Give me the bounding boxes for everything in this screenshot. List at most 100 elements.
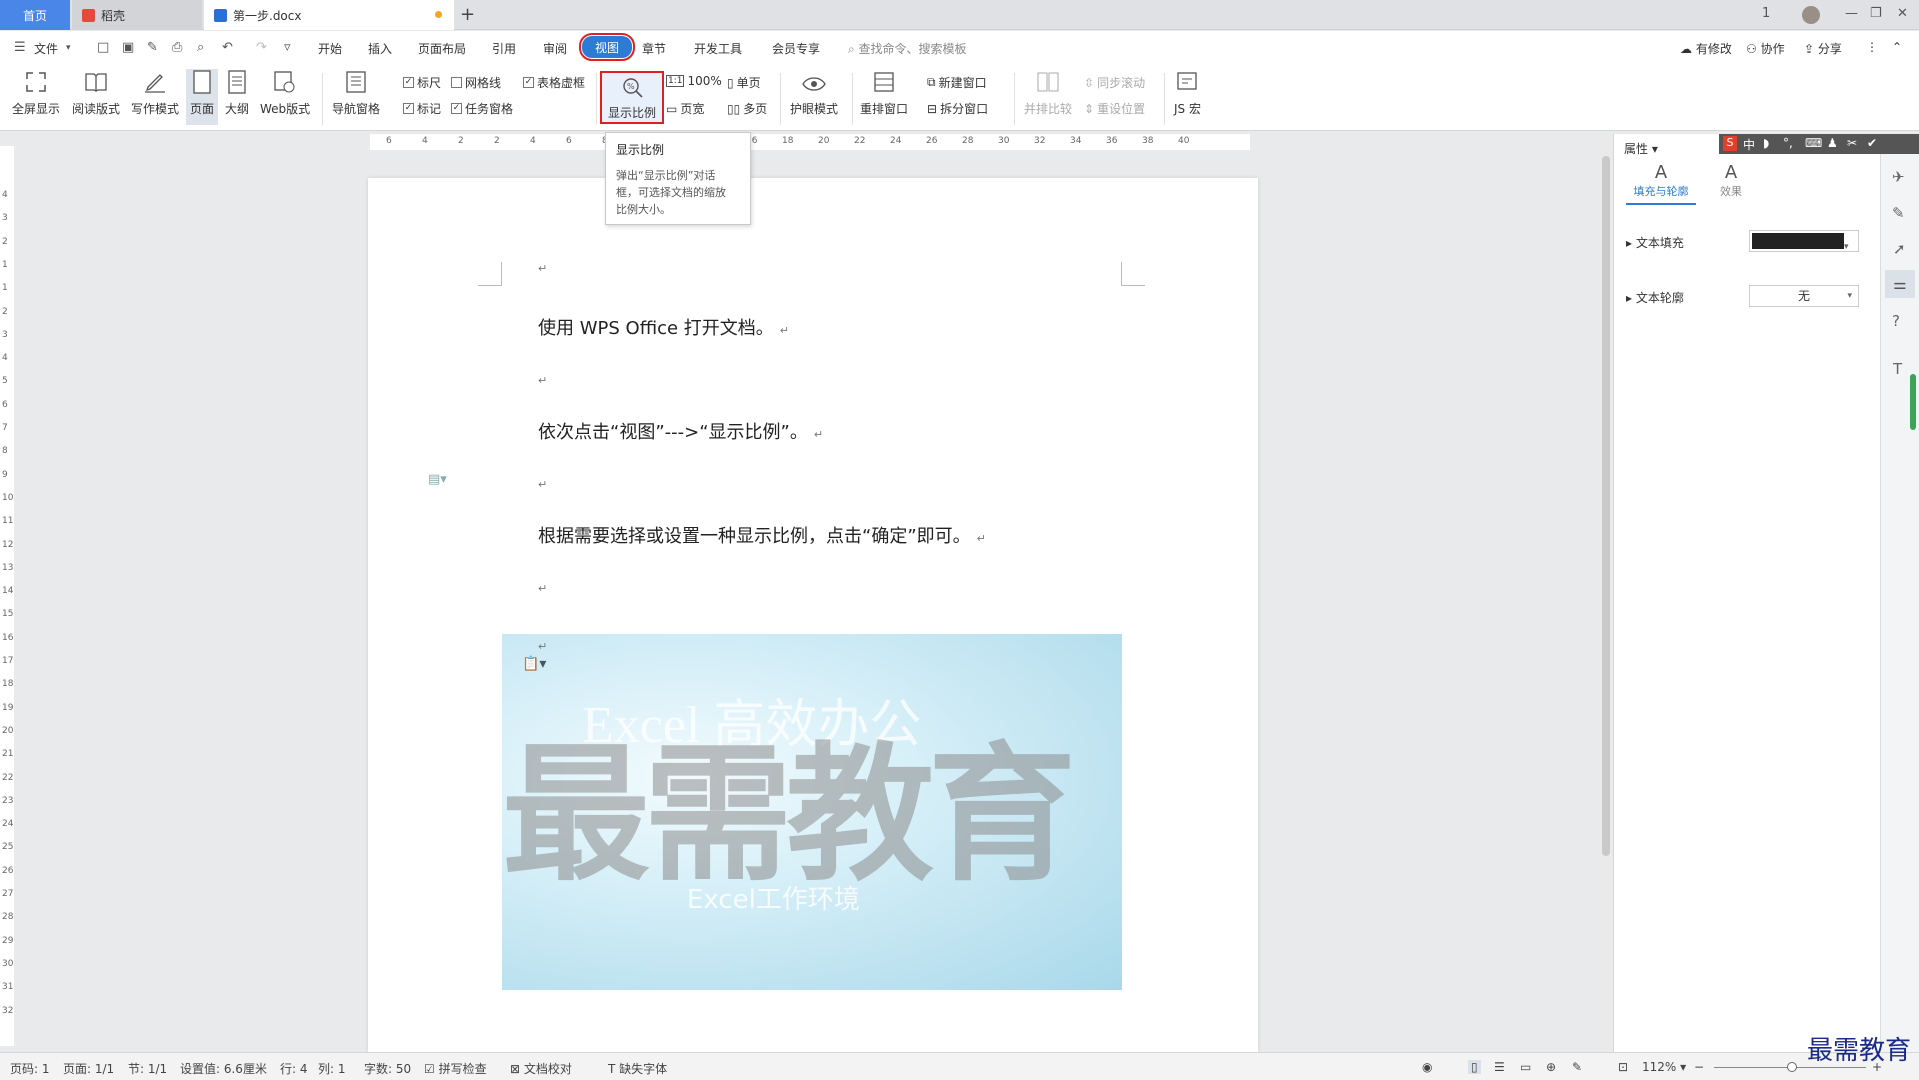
side-by-side-button[interactable]: 并排比较 (1024, 69, 1072, 117)
chevron-down-icon[interactable]: ▾ (66, 43, 71, 53)
mark-checkbox[interactable]: ✓ 标记 (403, 100, 441, 117)
status-col[interactable]: 列: 1 (318, 1060, 346, 1077)
ruler-checkbox[interactable]: ✓ 标尺 (403, 74, 441, 91)
outline-button[interactable]: 大纲 (224, 69, 250, 117)
menu-insert[interactable]: 插入 (368, 40, 392, 57)
help-icon[interactable]: ? (1892, 312, 1900, 330)
text-fill-color-picker[interactable]: ▾ (1749, 230, 1859, 252)
zoom-slider-knob[interactable] (1787, 1062, 1798, 1072)
status-pages[interactable]: 页面: 1/1 (63, 1060, 114, 1077)
zoom-out-button[interactable]: − (1694, 1060, 1704, 1074)
new-tab-button[interactable]: + (460, 4, 475, 25)
menu-file[interactable]: 文件 (34, 40, 58, 57)
menu-developer[interactable]: 开发工具 (694, 40, 742, 57)
paragraph-layout-icon[interactable]: ▤▾ (428, 472, 447, 487)
arrange-windows-button[interactable]: 重排窗口 (860, 69, 908, 117)
task-pane-checkbox[interactable]: ✓ 任务窗格 (451, 100, 513, 117)
menu-member[interactable]: 会员专享 (772, 40, 820, 57)
text-icon[interactable]: T (1893, 360, 1902, 378)
customize-icon[interactable]: ▿ (284, 40, 291, 55)
pen-icon[interactable]: ✎ (1892, 204, 1905, 222)
grid-checkbox[interactable]: 网格线 (451, 74, 501, 91)
tab-fill-outline[interactable]: A 填充与轮廓 (1626, 162, 1696, 205)
zoom-dropdown[interactable]: 112% ▾ (1642, 1060, 1686, 1074)
close-button[interactable]: ✕ (1897, 6, 1908, 21)
fit-page-icon[interactable]: ⊡ (1618, 1060, 1628, 1074)
ime-chinese-mode[interactable]: 中 (1743, 136, 1755, 153)
nav-pane-button[interactable]: 导航窗格 (332, 69, 380, 117)
status-words[interactable]: 字数: 50 (364, 1060, 411, 1077)
text-outline-row[interactable]: ▸ 文本轮廓 (1626, 289, 1684, 306)
status-row[interactable]: 行: 4 (280, 1060, 308, 1077)
text-fill-row[interactable]: ▸ 文本填充 (1626, 234, 1684, 251)
paragraph[interactable]: 依次点击“视图”--->“显示比例”。 ↵ (538, 418, 823, 444)
menu-start[interactable]: 开始 (318, 40, 342, 57)
scrollbar-thumb[interactable] (1602, 156, 1610, 856)
share-button[interactable]: ⇪ 分享 (1804, 40, 1842, 57)
sync-scroll-button[interactable]: ⇳ 同步滚动 (1084, 74, 1145, 91)
zoom-button[interactable]: % 显示比例 (600, 71, 664, 124)
user-icon[interactable]: ♟ (1827, 136, 1838, 150)
split-window-button[interactable]: ⊟ 拆分窗口 (927, 100, 988, 117)
macro-button[interactable]: JS 宏 (1174, 69, 1201, 117)
window-layout-icon[interactable]: 1 (1762, 6, 1770, 21)
web-layout-button[interactable]: Web版式 (260, 69, 310, 117)
hamburger-icon[interactable]: ☰ (14, 40, 26, 55)
print-icon[interactable]: ⎙ (172, 40, 182, 55)
paragraph[interactable]: 使用 WPS Office 打开文档。 ↵ (538, 314, 789, 340)
more-icon[interactable]: ⋮ (1866, 40, 1878, 54)
eye-care-button[interactable]: 护眼模式 (790, 69, 838, 117)
document-image[interactable]: 📋▾ Excel 高效办公 最需教育 Excel工作环境 (502, 634, 1122, 990)
tab-daoke[interactable]: 稻壳 (72, 0, 202, 30)
reset-position-button[interactable]: ⇕ 重设位置 (1084, 100, 1145, 117)
punctuation-icon[interactable]: °, (1783, 136, 1793, 150)
menu-reference[interactable]: 引用 (492, 40, 516, 57)
check-icon[interactable]: ✔ (1867, 136, 1877, 150)
page-view-icon[interactable]: ▯ (1468, 1060, 1481, 1074)
collapse-ribbon-icon[interactable]: ⌃ (1892, 40, 1902, 54)
properties-title[interactable]: 属性 ▾ (1624, 140, 1658, 157)
properties-toggle-icon[interactable]: ⚌ (1885, 270, 1915, 298)
maximize-button[interactable]: ❐ (1870, 6, 1882, 21)
paste-options-icon[interactable]: 📋▾ (522, 656, 546, 672)
missing-font-button[interactable]: T 缺失字体 (608, 1060, 667, 1077)
hundred-percent-button[interactable]: 1:1 100% (666, 74, 722, 88)
undo-icon[interactable]: ↶ (222, 40, 233, 55)
menu-view[interactable]: 视图 (579, 33, 635, 61)
search-input[interactable]: ⌕ 查找命令、搜索模板 (848, 40, 967, 57)
vertical-scrollbar[interactable] (1601, 134, 1611, 1052)
tab-document[interactable]: 第一步.docx (204, 0, 454, 30)
cursor-icon[interactable]: ➚ (1893, 240, 1906, 258)
format-painter-icon[interactable]: ✎ (147, 40, 158, 55)
moon-icon[interactable]: ◗ (1763, 136, 1769, 150)
collab-button[interactable]: ⚇ 协作 (1746, 40, 1785, 57)
modified-button[interactable]: ☁ 有修改 (1680, 40, 1732, 57)
side-scroll-indicator[interactable] (1910, 374, 1916, 430)
fullscreen-button[interactable]: 全屏显示 (12, 69, 60, 117)
proofread-button[interactable]: ⊠ 文档校对 (510, 1060, 572, 1077)
new-file-icon[interactable]: □ (97, 40, 109, 55)
outline-view-icon[interactable]: ☰ (1494, 1060, 1505, 1074)
single-page-button[interactable]: ▯ 单页 (727, 74, 761, 91)
tab-home[interactable]: 首页 (0, 0, 70, 30)
table-frame-checkbox[interactable]: ✓ 表格虚框 (523, 74, 585, 91)
minimize-button[interactable]: — (1845, 6, 1858, 21)
multi-page-button[interactable]: ▯▯ 多页 (727, 100, 767, 117)
text-outline-select[interactable]: 无 ▾ (1749, 285, 1859, 307)
write-view-icon[interactable]: ✎ (1572, 1060, 1582, 1074)
print-preview-icon[interactable]: ⌕ (197, 40, 204, 55)
menu-chapter[interactable]: 章节 (642, 40, 666, 57)
ime-toolbar[interactable]: S 中 ◗ °, ⌨ ♟ ✂ ✔ (1719, 134, 1919, 154)
status-setting[interactable]: 设置值: 6.6厘米 (180, 1060, 267, 1077)
web-view-icon[interactable]: ⊕ (1546, 1060, 1556, 1074)
paragraph[interactable]: 根据需要选择或设置一种显示比例，点击“确定”即可。 ↵ (538, 522, 986, 548)
tools-icon[interactable]: ✂ (1847, 136, 1857, 150)
tab-effect[interactable]: A 效果 (1706, 162, 1756, 199)
keyboard-icon[interactable]: ⌨ (1805, 136, 1822, 150)
redo-icon[interactable]: ↷ (256, 40, 267, 55)
menu-layout[interactable]: 页面布局 (418, 40, 466, 57)
document-page[interactable]: ↵ 使用 WPS Office 打开文档。 ↵ ↵ 依次点击“视图”--->“显示… (368, 178, 1258, 1052)
menu-review[interactable]: 审阅 (543, 40, 567, 57)
rocket-icon[interactable]: ✈ (1892, 168, 1905, 186)
spell-check-button[interactable]: ☑ 拼写检查 (424, 1060, 487, 1077)
